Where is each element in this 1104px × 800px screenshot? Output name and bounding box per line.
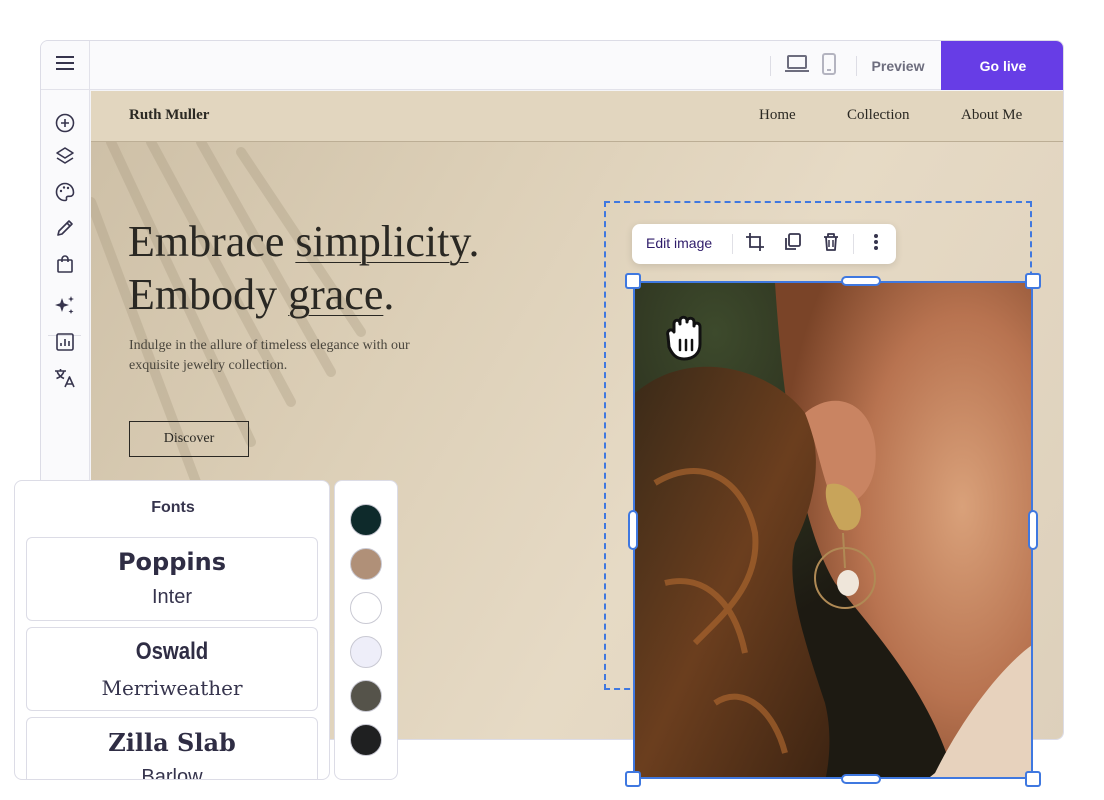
sparkles-icon xyxy=(54,295,76,322)
fonts-panel: Fonts Poppins Inter Oswald Merriweather … xyxy=(14,480,330,780)
laptop-icon xyxy=(785,54,809,78)
hero-title-emphasis: grace xyxy=(288,270,384,319)
divider xyxy=(770,56,771,76)
editor-topbar: Preview Go live xyxy=(41,41,1063,90)
add-section-button[interactable] xyxy=(53,113,77,137)
image-toolbar: Edit image xyxy=(632,224,896,264)
crop-icon xyxy=(745,232,765,257)
resize-handle-top-right[interactable] xyxy=(1025,273,1041,289)
resize-handle-top-left[interactable] xyxy=(625,273,641,289)
color-swatch[interactable] xyxy=(350,680,382,712)
hero-subtitle[interactable]: Indulge in the allure of timeless elegan… xyxy=(129,336,459,376)
font-pair-card[interactable]: Oswald Merriweather xyxy=(26,627,318,711)
layers-button[interactable] xyxy=(53,146,77,170)
ai-tools-button[interactable] xyxy=(53,295,77,322)
nav-link-collection[interactable]: Collection xyxy=(847,107,910,124)
layers-icon xyxy=(55,146,75,171)
nav-link-home[interactable]: Home xyxy=(759,107,796,124)
analytics-button[interactable] xyxy=(53,332,77,356)
crop-button[interactable] xyxy=(743,232,767,256)
duplicate-button[interactable] xyxy=(781,232,805,256)
delete-button[interactable] xyxy=(819,232,843,256)
discover-button[interactable]: Discover xyxy=(129,421,249,457)
color-swatch[interactable] xyxy=(350,724,382,756)
color-swatch[interactable] xyxy=(350,548,382,580)
translate-button[interactable] xyxy=(53,368,77,392)
hero-title-emphasis: simplicity xyxy=(295,217,469,266)
toolbar-divider xyxy=(853,234,854,254)
resize-handle-left[interactable] xyxy=(628,510,638,550)
store-button[interactable] xyxy=(53,254,77,278)
desktop-view-button[interactable] xyxy=(785,54,809,78)
site-brand[interactable]: Ruth Muller xyxy=(129,107,209,124)
font-pair-card[interactable]: Poppins Inter xyxy=(26,537,318,621)
more-vertical-icon xyxy=(873,233,879,256)
color-swatch[interactable] xyxy=(350,504,382,536)
add-circle-icon xyxy=(55,113,75,138)
hamburger-icon xyxy=(56,56,74,75)
mobile-view-button[interactable] xyxy=(817,52,841,80)
font-pair-secondary: Merriweather xyxy=(101,676,243,700)
hero-title[interactable]: Embrace simplicity. Embody grace. xyxy=(128,215,480,321)
site-navbar: Ruth Muller Home Collection About Me xyxy=(91,91,1063,142)
edit-button[interactable] xyxy=(53,218,77,242)
font-pair-secondary: Barlow xyxy=(141,766,203,780)
trash-icon xyxy=(822,232,840,257)
hero-title-text: . xyxy=(383,270,395,319)
hero-title-text: Embrace xyxy=(128,217,296,266)
duplicate-icon xyxy=(783,232,803,257)
nav-link-about[interactable]: About Me xyxy=(961,107,1022,124)
menu-button[interactable] xyxy=(41,41,90,90)
resize-handle-bottom-right[interactable] xyxy=(1025,771,1041,787)
translate-icon xyxy=(54,367,76,394)
pencil-icon xyxy=(55,218,75,243)
resize-handle-bottom-left[interactable] xyxy=(625,771,641,787)
resize-handle-top[interactable] xyxy=(841,276,881,286)
go-live-button[interactable]: Go live xyxy=(941,41,1063,90)
analytics-icon xyxy=(55,332,75,357)
toolbar-divider xyxy=(732,234,733,254)
preview-button[interactable]: Preview xyxy=(857,41,939,90)
font-pair-primary: Zilla Slab xyxy=(108,728,236,757)
mobile-icon xyxy=(822,52,836,80)
shopping-bag-icon xyxy=(55,254,75,279)
styles-button[interactable] xyxy=(53,182,77,206)
resize-handle-bottom[interactable] xyxy=(841,774,881,784)
edit-image-button[interactable]: Edit image xyxy=(646,235,712,251)
more-options-button[interactable] xyxy=(864,232,888,256)
resize-handle-right[interactable] xyxy=(1028,510,1038,550)
colors-panel xyxy=(334,480,398,780)
font-pair-card[interactable]: Zilla Slab Barlow xyxy=(26,717,318,780)
grab-cursor-icon xyxy=(660,314,712,362)
font-pair-primary: Oswald xyxy=(135,638,209,665)
hero-title-text: . xyxy=(468,217,480,266)
color-swatch[interactable] xyxy=(350,592,382,624)
font-pair-secondary: Inter xyxy=(151,586,193,608)
fonts-panel-title: Fonts xyxy=(151,499,195,516)
color-swatch[interactable] xyxy=(350,636,382,668)
font-pair-primary: Poppins xyxy=(117,548,227,576)
hero-title-text: Embody xyxy=(128,270,289,319)
palette-icon xyxy=(55,182,75,207)
